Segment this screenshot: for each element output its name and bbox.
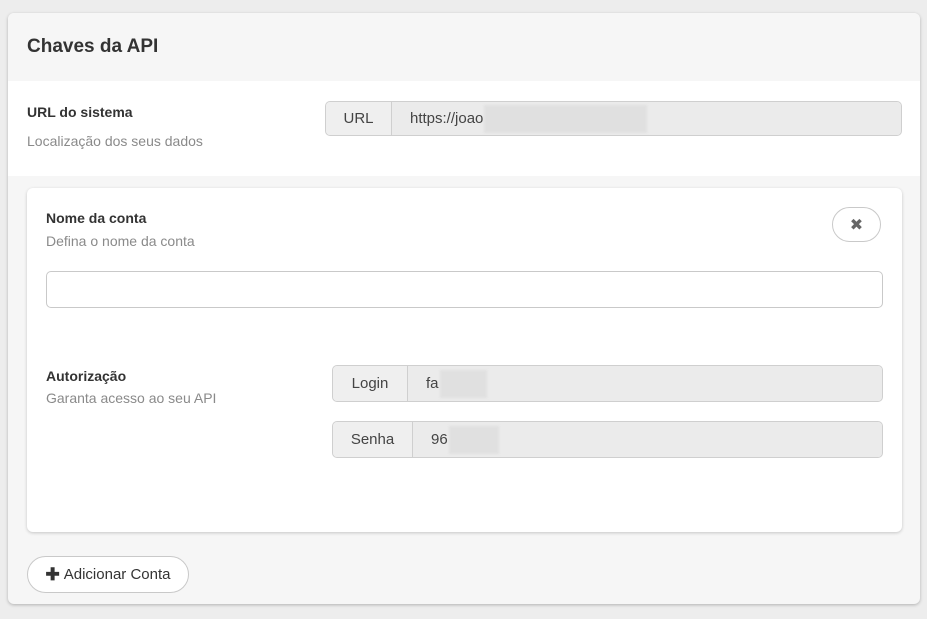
authorization-description: Garanta acesso ao seu API bbox=[46, 390, 217, 406]
close-icon: ✖ bbox=[849, 216, 864, 234]
password-input-group: Senha 96 bbox=[332, 421, 883, 458]
redacted-area bbox=[484, 104, 648, 133]
account-name-input[interactable] bbox=[46, 271, 883, 308]
system-url-value: https://joao bbox=[410, 110, 484, 127]
page-title: Chaves da API bbox=[27, 36, 159, 57]
add-account-label: Adicionar Conta bbox=[63, 566, 171, 583]
add-account-button[interactable]: ✚ Adicionar Conta bbox=[27, 556, 189, 593]
system-url-description: Localização dos seus dados bbox=[27, 133, 203, 149]
panel-header: Chaves da API bbox=[8, 13, 920, 80]
login-field[interactable]: fa bbox=[408, 366, 882, 401]
system-url-section: URL do sistema Localização dos seus dado… bbox=[8, 81, 920, 176]
system-url-label: URL do sistema bbox=[27, 104, 133, 120]
login-addon: Login bbox=[333, 366, 408, 401]
account-card: Nome da conta Defina o nome da conta ✖ A… bbox=[27, 188, 902, 532]
authorization-label: Autorização bbox=[46, 368, 127, 384]
login-value: fa bbox=[426, 375, 439, 392]
account-name-description: Defina o nome da conta bbox=[46, 233, 195, 249]
password-value: 96 bbox=[431, 431, 448, 448]
login-input-group: Login fa bbox=[332, 365, 883, 402]
password-addon: Senha bbox=[333, 422, 413, 457]
system-url-field[interactable]: https://joao bbox=[392, 102, 901, 135]
remove-account-button[interactable]: ✖ bbox=[832, 207, 881, 242]
system-url-input-group: URL https://joao bbox=[325, 101, 902, 136]
url-addon: URL bbox=[326, 102, 392, 135]
redacted-area bbox=[439, 369, 487, 398]
account-name-label: Nome da conta bbox=[46, 210, 147, 226]
password-field[interactable]: 96 bbox=[413, 422, 882, 457]
api-keys-panel: Chaves da API URL do sistema Localização… bbox=[8, 13, 920, 604]
redacted-area bbox=[448, 425, 499, 454]
plus-icon: ✚ bbox=[45, 564, 60, 584]
